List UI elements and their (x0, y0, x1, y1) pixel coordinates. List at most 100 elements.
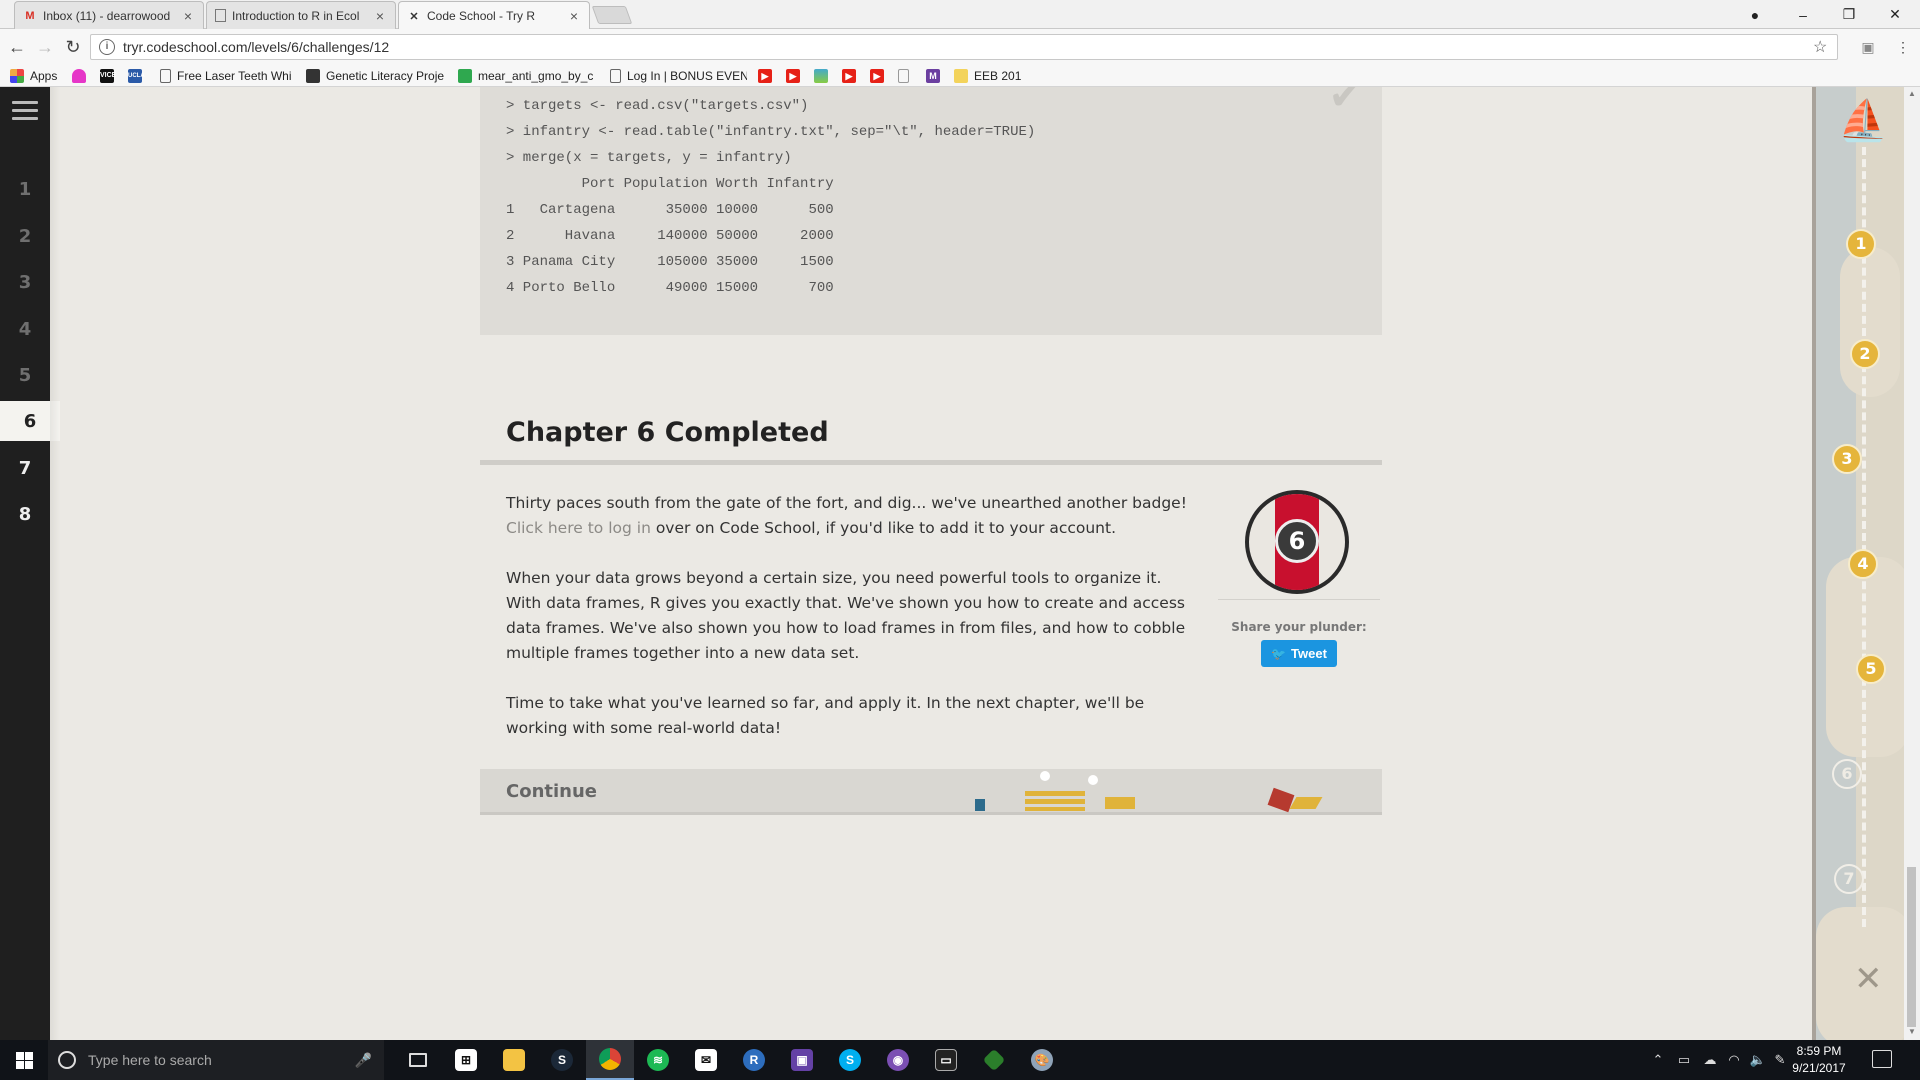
bookmark-laser-teeth[interactable]: Free Laser Teeth Whi (160, 68, 292, 84)
bookmark-mear[interactable]: mear_anti_gmo_by_c (458, 68, 593, 84)
bookmark-apps[interactable]: Apps (10, 68, 57, 84)
microphone-icon[interactable]: 🎤 (355, 1052, 372, 1069)
paint-button[interactable]: 🎨 (1018, 1040, 1066, 1080)
code-line: 1 Cartagena 35000 10000 500 (506, 202, 834, 218)
volume-icon[interactable]: 🔈 (1746, 1040, 1770, 1080)
tab-intro-r[interactable]: Introduction to R in Ecol × (206, 1, 396, 29)
new-tab-button[interactable] (591, 6, 633, 24)
mail-button[interactable]: ✉ (682, 1040, 730, 1080)
level-8-link[interactable]: 8 (0, 494, 50, 534)
tweet-button[interactable]: 🐦 Tweet (1261, 640, 1337, 667)
bookmark-ucla[interactable]: UCLA (128, 68, 148, 84)
level-5-link[interactable]: 5 (0, 355, 50, 395)
scroll-thumb[interactable] (1907, 867, 1916, 1027)
terminal-icon: ▭ (935, 1049, 957, 1071)
bookmark-colorful[interactable] (814, 68, 834, 84)
bookmark-label: Log In | BONUS EVEN (627, 69, 747, 83)
bookmark-purple[interactable]: M (926, 68, 946, 84)
reload-button[interactable]: ↻ (60, 34, 86, 60)
page-scrollbar[interactable]: ▲ ▼ (1904, 87, 1920, 1040)
bookmark-youtube-2[interactable]: ▶ (786, 68, 806, 84)
twitch-button[interactable]: ▣ (778, 1040, 826, 1080)
r-icon: R (743, 1049, 765, 1071)
gmail-icon: M (25, 9, 35, 22)
close-tab-icon[interactable]: × (567, 8, 581, 24)
spotify-button[interactable]: ≋ (634, 1040, 682, 1080)
forward-button[interactable]: → (32, 34, 58, 60)
map-node-7[interactable]: 7 (1834, 864, 1864, 894)
tab-gmail[interactable]: M Inbox (11) - dearrowood × (14, 1, 204, 29)
colorful-icon (814, 69, 828, 83)
map-node-5[interactable]: 5 (1856, 654, 1886, 684)
menu-icon[interactable] (12, 101, 38, 121)
task-view-button[interactable] (394, 1040, 442, 1080)
podcast-button[interactable]: ◉ (874, 1040, 922, 1080)
continue-button[interactable]: Continue (480, 769, 1382, 815)
minimize-button[interactable]: – (1780, 0, 1826, 29)
level-2-link[interactable]: 2 (0, 216, 50, 256)
store-button[interactable]: ⊞ (442, 1040, 490, 1080)
level-1-link[interactable]: 1 (0, 169, 50, 209)
level-3-link[interactable]: 3 (0, 262, 50, 302)
show-hidden-icons-button[interactable]: ⌃ (1648, 1040, 1668, 1080)
bookmark-youtube-3[interactable]: ▶ (842, 68, 862, 84)
bookmark-eeb201[interactable]: EEB 201 (954, 68, 1021, 84)
taskbar-search[interactable]: Type here to search 🎤 (48, 1040, 384, 1080)
twitch-icon: ▣ (791, 1049, 813, 1071)
paint-icon: 🎨 (1031, 1049, 1053, 1071)
chrome-button[interactable] (586, 1040, 634, 1080)
podcast-icon: ◉ (887, 1049, 909, 1071)
battery-icon[interactable]: ▭ (1672, 1040, 1696, 1080)
paragraph: When your data grows beyond a certain si… (506, 569, 1186, 662)
extension-icon[interactable]: ▣ (1858, 37, 1878, 57)
windows-taskbar: Type here to search 🎤 ⊞ S ≋ ✉ R ▣ S ◉ ▭ … (0, 1040, 1920, 1080)
level-7-link[interactable]: 7 (0, 448, 50, 488)
skype-button[interactable]: S (826, 1040, 874, 1080)
maximize-button[interactable]: ❐ (1826, 0, 1872, 29)
tab-codeschool[interactable]: ✕ Code School - Try R × (398, 1, 590, 30)
wifi-icon[interactable]: ◠ (1722, 1040, 1746, 1080)
r-button[interactable]: R (730, 1040, 778, 1080)
close-tab-icon[interactable]: × (181, 8, 195, 24)
bookmark-bonus-event[interactable]: Log In | BONUS EVEN (610, 68, 747, 84)
terminal-button[interactable]: ▭ (922, 1040, 970, 1080)
bookmark-genetic-literacy[interactable]: Genetic Literacy Proje (306, 68, 444, 84)
bookmark-pink[interactable] (72, 68, 92, 84)
steam-button[interactable]: S (538, 1040, 586, 1080)
back-button[interactable]: ← (4, 34, 30, 60)
bookmark-star-icon[interactable]: ☆ (1813, 37, 1837, 57)
onedrive-icon[interactable]: ☁ (1698, 1040, 1722, 1080)
map-node-2[interactable]: 2 (1850, 339, 1880, 369)
youtube-icon: ▶ (842, 69, 856, 83)
info-icon[interactable]: i (99, 39, 115, 55)
profile-icon[interactable]: ● (1732, 0, 1778, 29)
system-clock[interactable]: 8:59 PM 9/21/2017 (1788, 1043, 1850, 1077)
scroll-up-arrow-icon[interactable]: ▲ (1908, 89, 1916, 98)
map-node-6[interactable]: 6 (1832, 759, 1862, 789)
scroll-down-arrow-icon[interactable]: ▼ (1908, 1027, 1916, 1036)
pen-icon[interactable]: ✎ (1770, 1040, 1790, 1080)
codeschool-icon: ✕ (409, 10, 419, 23)
level-4-link[interactable]: 4 (0, 309, 50, 349)
console-output: ✔ > targets <- read.csv("targets.csv") >… (480, 87, 1382, 335)
bookmark-page[interactable] (898, 68, 915, 84)
address-bar[interactable]: i tryr.codeschool.com/levels/6/challenge… (90, 34, 1838, 60)
bookmark-youtube-4[interactable]: ▶ (870, 68, 890, 84)
action-center-icon[interactable] (1872, 1050, 1892, 1068)
map-node-1[interactable]: 1 (1846, 229, 1876, 259)
file-explorer-button[interactable] (490, 1040, 538, 1080)
git-button[interactable] (970, 1040, 1018, 1080)
menu-icon[interactable]: ⋮ (1893, 37, 1913, 57)
code-line: > targets <- read.csv("targets.csv") (506, 98, 809, 114)
login-link[interactable]: Click here to log in (506, 519, 651, 537)
apps-icon (10, 69, 24, 83)
bookmark-youtube-1[interactable]: ▶ (758, 68, 778, 84)
bookmark-vice[interactable]: VICE (100, 68, 120, 84)
close-window-button[interactable]: ✕ (1872, 0, 1918, 29)
start-button[interactable] (0, 1040, 48, 1080)
map-node-4[interactable]: 4 (1848, 549, 1878, 579)
close-tab-icon[interactable]: × (373, 8, 387, 24)
bookmarks-bar: Apps VICE UCLA Free Laser Teeth Whi Gene… (0, 65, 1920, 87)
code-line: > infantry <- read.table("infantry.txt",… (506, 124, 1036, 140)
map-node-3[interactable]: 3 (1832, 444, 1862, 474)
